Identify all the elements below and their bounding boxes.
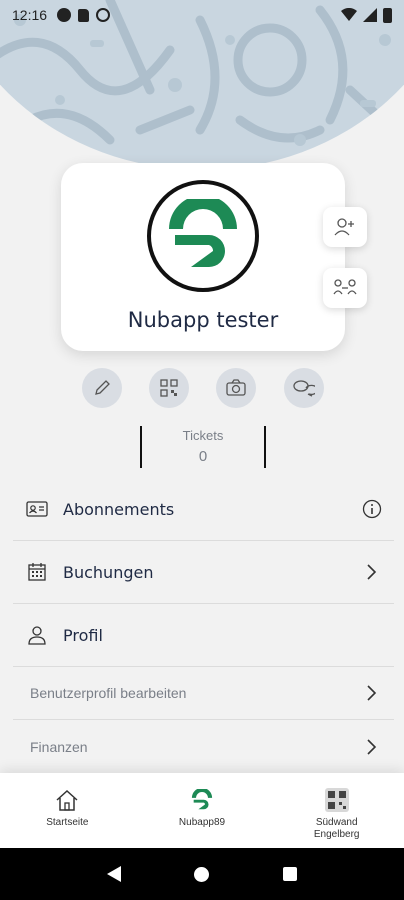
tickets-label: Tickets xyxy=(182,428,224,443)
people-exchange-icon xyxy=(333,279,357,295)
person-icon xyxy=(25,623,49,647)
data-saver-icon xyxy=(96,8,111,22)
profile-name: Nubapp tester xyxy=(127,308,279,332)
menu-item-label: Finanzen xyxy=(30,738,88,755)
camera-icon xyxy=(226,379,246,396)
nav-label: Nubapp89 xyxy=(178,817,226,828)
chevron-right-icon xyxy=(360,735,384,759)
sd-card-icon xyxy=(78,8,90,22)
back-icon[interactable] xyxy=(106,866,121,882)
qr-code-button[interactable] xyxy=(149,368,189,408)
menu-item-label: Benutzerprofil bearbeiten xyxy=(30,685,187,701)
edit-button[interactable] xyxy=(82,368,122,408)
menu-item-subscriptions[interactable]: Abonnements xyxy=(13,478,394,541)
add-friend-button[interactable] xyxy=(323,207,367,247)
nubapp-icon xyxy=(189,787,215,813)
gym-logo-icon xyxy=(324,787,350,813)
menu-item-label: Abonnements xyxy=(63,499,175,519)
menu-item-finances[interactable]: Finanzen xyxy=(13,720,394,773)
partners-button[interactable] xyxy=(323,268,367,308)
recents-icon[interactable] xyxy=(283,867,298,881)
club-logo xyxy=(147,180,259,292)
info-icon[interactable] xyxy=(360,497,384,521)
status-bar: 12:16 xyxy=(0,0,404,30)
chevron-right-icon xyxy=(360,681,384,705)
system-nav-bar xyxy=(0,848,404,900)
nav-gym[interactable]: Südwand Engelberg xyxy=(269,773,404,848)
menu-item-label: Profil xyxy=(63,625,103,645)
pencil-icon xyxy=(95,380,110,395)
menu-item-bookings[interactable]: Buchungen xyxy=(13,541,394,604)
tickets-count: 0 xyxy=(198,448,208,465)
account-menu: Abonnements Buchungen Profil Benutzerpro… xyxy=(13,478,394,773)
profile-card: Nubapp tester xyxy=(61,163,345,351)
menu-item-profile[interactable]: Profil xyxy=(13,604,394,667)
chat-button[interactable] xyxy=(284,368,324,408)
nav-label: Südwand Engelberg xyxy=(313,817,360,840)
do-not-disturb-icon xyxy=(57,8,72,22)
nav-label: Startseite xyxy=(46,817,89,828)
tickets-counter[interactable]: Tickets 0 xyxy=(140,426,266,468)
wifi-icon xyxy=(341,8,357,21)
qr-code-icon xyxy=(160,379,178,397)
calendar-icon xyxy=(25,560,49,584)
home-circle-icon[interactable] xyxy=(194,866,210,882)
menu-item-edit-profile[interactable]: Benutzerprofil bearbeiten xyxy=(13,667,394,720)
add-person-icon xyxy=(334,218,354,236)
camera-button[interactable] xyxy=(216,368,256,408)
chevron-right-icon xyxy=(360,560,384,584)
home-icon xyxy=(54,787,80,813)
bottom-nav: Startseite Nubapp89 Südwand Engelberg xyxy=(0,773,404,848)
battery-icon xyxy=(383,7,392,23)
id-card-icon xyxy=(25,497,49,521)
nav-nubapp[interactable]: Nubapp89 xyxy=(135,773,270,848)
status-time: 12:16 xyxy=(12,7,48,23)
nav-home[interactable]: Startseite xyxy=(0,773,135,848)
chat-bubbles-icon xyxy=(293,380,315,397)
menu-item-label: Buchungen xyxy=(63,562,154,582)
nubapp-logo-icon xyxy=(169,199,237,267)
signal-icon xyxy=(363,8,377,22)
profile-actions xyxy=(0,368,404,408)
